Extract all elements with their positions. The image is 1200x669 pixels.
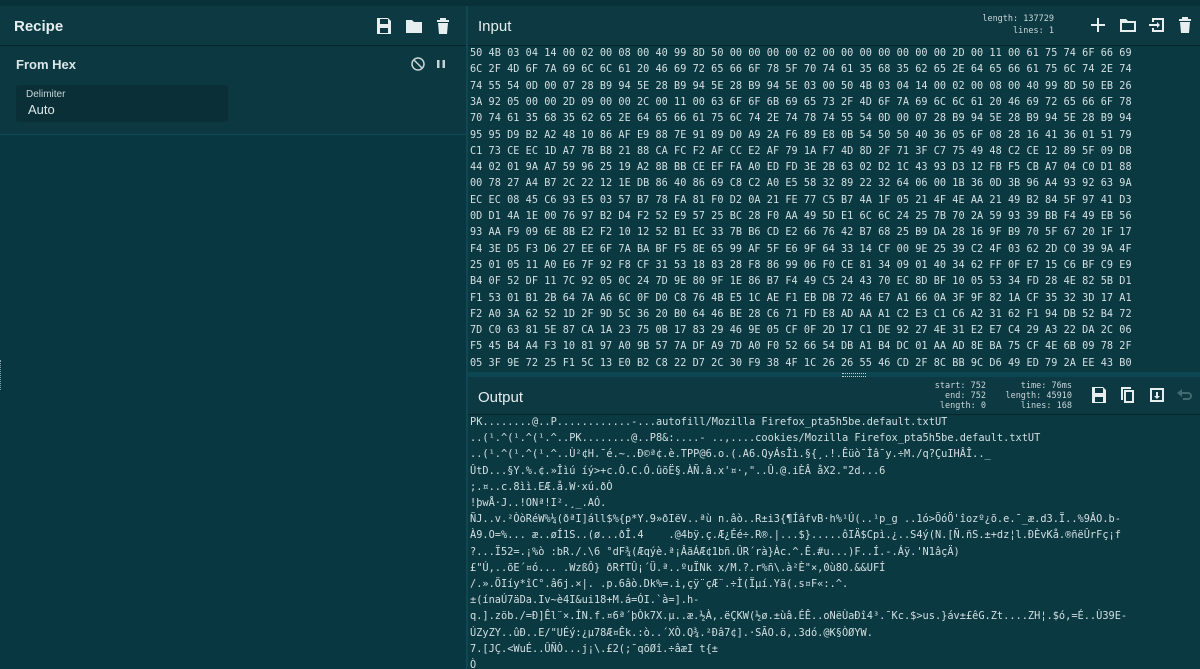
save-recipe-icon[interactable]	[374, 16, 394, 36]
input-hex-line: 0D D1 4A 1E 00 76 97 B2 D4 F2 52 E9 57 2…	[470, 211, 1132, 222]
output-line: PK........@..P............-...autofill/M…	[470, 416, 948, 428]
output-line: ?...Ï52=.¡%ò :bR./.\6 °dF¾(Æqýè.ª¡ÂãÁÆ¢1…	[470, 545, 960, 558]
delimiter-field[interactable]: Delimiter Auto	[16, 85, 228, 122]
input-hex-line: F1 53 01 B1 2B 64 7A A6 6C 0F D0 C8 76 4…	[470, 292, 1132, 304]
breakpoint-pause-icon[interactable]	[434, 56, 448, 72]
open-file-input-icon[interactable]	[1147, 15, 1167, 35]
output-header: Output start: 752 end: 752 length: 0 tim…	[468, 377, 1200, 415]
input-hex-line: 74 55 54 0D 00 07 28 B9 94 5E 28 B9 94 5…	[470, 80, 1132, 92]
replace-input-icon[interactable]	[1147, 385, 1167, 405]
output-end-stat: end: 752	[945, 391, 986, 401]
clear-recipe-trash-icon[interactable]	[433, 16, 453, 36]
output-title: Output	[478, 389, 524, 406]
input-hex-line: F4 3E D5 F3 D6 27 EE 6F 7A BA BF F5 8E 6…	[470, 243, 1132, 255]
output-line: ÛtD...§Y.%.¢.»Îìú íý>+c.Ò.C.Ó.ûõË§.ÀÑ.â.…	[470, 464, 886, 477]
load-recipe-folder-icon[interactable]	[404, 16, 424, 36]
output-line: ÑJ..v.²ÒòRéW%¼(ðªI]áll$%{p*Y.9»ðIëV..ªù …	[470, 513, 1121, 526]
output-line: ±(ínaÚ7äDa.Iv~è4I&ui18+M.á=ÓI.`à=].h-	[470, 594, 700, 607]
input-hex-line: 25 01 05 11 A0 E6 7F 92 F8 CF 31 53 18 8…	[470, 259, 1132, 271]
input-header: Input length: 137729 lines: 1	[468, 6, 1200, 46]
output-line: À9.O=%... æ..øÍ1S..(ø...ðÎ.4 .@4bÿ.ç.Æ¿É…	[470, 529, 1121, 542]
copy-output-icon[interactable]	[1118, 385, 1138, 405]
recipe-body	[0, 46, 466, 669]
output-textarea[interactable]: PK........@..P............-...autofill/M…	[468, 415, 1200, 669]
save-output-icon[interactable]	[1089, 385, 1109, 405]
output-line: 7.[JÇ.<WuÉ..ÛÑÒ...j¡\.£2(;¯qõØî.÷âæI t{±	[470, 642, 718, 655]
input-hex-line: 3A 92 05 00 00 2D 09 00 00 2C 00 11 00 6…	[470, 96, 1132, 108]
input-hex-line: 95 95 D9 B2 A2 48 10 86 AF E9 88 7E 91 8…	[470, 129, 1132, 141]
output-line: /.».ÖIíy*îC°.â6j.×|. .p.6âò.Dk%=.i,çÿ¨çÆ…	[470, 578, 849, 590]
operation-from-hex[interactable]: From Hex Delimiter Auto	[0, 46, 466, 135]
open-folder-icon[interactable]	[1118, 15, 1138, 35]
input-hex-line: F5 45 B4 A4 F3 10 81 97 A0 9B 57 7A DF A…	[470, 341, 1132, 353]
output-lines-stat: lines: 168	[1020, 401, 1072, 411]
output-time-stat: time: 76ms	[1020, 381, 1072, 391]
output-line: q.].zöb./=Ð]Êl¨×.ÍN.f.¤6ª´þÒk7X.µ..æ.½À,…	[470, 610, 1128, 623]
recipe-header: Recipe	[0, 6, 466, 46]
output-start-stat: start: 752	[934, 381, 986, 391]
input-length-stat: length: 137729	[982, 14, 1054, 24]
output-line: Ò	[470, 659, 477, 669]
output-line: £"Ú,..õE´¤ó... .WzßÔ} ðRfTÛ¡´Ü.ª..ºuÏNk …	[470, 561, 886, 574]
operation-title: From Hex	[16, 57, 76, 72]
output-sel-length-stat: length: 0	[939, 401, 986, 411]
input-lines-stat: lines: 1	[1013, 26, 1054, 36]
undo-icon[interactable]	[1175, 385, 1195, 405]
output-line: !þwÅ·J..!ONª!I².¸_.AÓ.	[470, 497, 607, 509]
delimiter-value[interactable]: Auto	[28, 102, 55, 117]
input-textarea[interactable]: 50 4B 03 04 14 00 02 00 08 00 40 99 8D 5…	[468, 46, 1200, 372]
input-hex-line: B4 0F 52 DF 11 7C 92 05 0C 24 7D 9E 80 9…	[470, 276, 1132, 288]
delimiter-label: Delimiter	[26, 89, 66, 100]
input-hex-line: EC EC 08 45 C6 93 E5 03 57 B7 78 FA 81 F…	[470, 194, 1132, 206]
input-hex-line: 7D C0 63 81 5E 87 CA 1A 23 75 0B 17 83 2…	[470, 325, 1132, 337]
output-length-stat: length: 45910	[1005, 391, 1072, 401]
input-hex-line: 50 4B 03 04 14 00 02 00 08 00 40 99 8D 5…	[470, 48, 1132, 59]
input-hex-line: 44 02 01 9A A7 59 96 25 19 A2 8B BB CE E…	[470, 162, 1132, 174]
input-hex-line: 05 3F 9E 72 25 F1 5C 13 E0 B2 C8 22 D7 2…	[470, 357, 1132, 369]
input-title: Input	[478, 18, 512, 35]
resize-edge[interactable]	[0, 360, 4, 390]
input-hex-line: 00 78 27 A4 B7 2C 22 12 1E DB 86 40 86 6…	[470, 178, 1132, 190]
clear-input-trash-icon[interactable]	[1175, 15, 1195, 35]
disable-operation-icon[interactable]	[410, 56, 426, 72]
input-hex-line: F2 A0 3A 62 52 1D 2F 9D 5C 36 20 B0 64 4…	[470, 308, 1132, 320]
input-hex-line: 6C 2F 4D 6F 7A 69 6C 6C 61 20 46 69 72 6…	[470, 64, 1132, 76]
output-line: ..(¹.^(¹.^(¹.^..PK........@..P8&:....- .…	[470, 432, 1041, 445]
recipe-title: Recipe	[14, 18, 64, 35]
output-line: ÚZyZY..ûÐ..E/"UÉý:¿µ78Æ¤Êk.:ò..´XÒ.Q¾.²Ð…	[470, 626, 873, 639]
output-line: ..(¹.^(¹.^(¹.^..Ù²¢H.¯é.~..Ð©ª¢.è.TPP@6.…	[470, 448, 991, 461]
add-tab-plus-icon[interactable]	[1088, 15, 1108, 35]
input-hex-line: 70 74 61 35 68 35 62 65 2E 64 65 66 61 7…	[470, 113, 1132, 125]
input-hex-line: 93 AA F9 09 6E 8B E2 F2 10 12 52 B1 EC 3…	[470, 227, 1132, 239]
input-hex-line: C1 73 CE EC 1D A7 7B B8 21 88 CA FC F2 A…	[470, 145, 1132, 157]
output-line: ;.¤..c.8ìì.EÆ.å.W·xú.ðÒ	[470, 480, 613, 493]
